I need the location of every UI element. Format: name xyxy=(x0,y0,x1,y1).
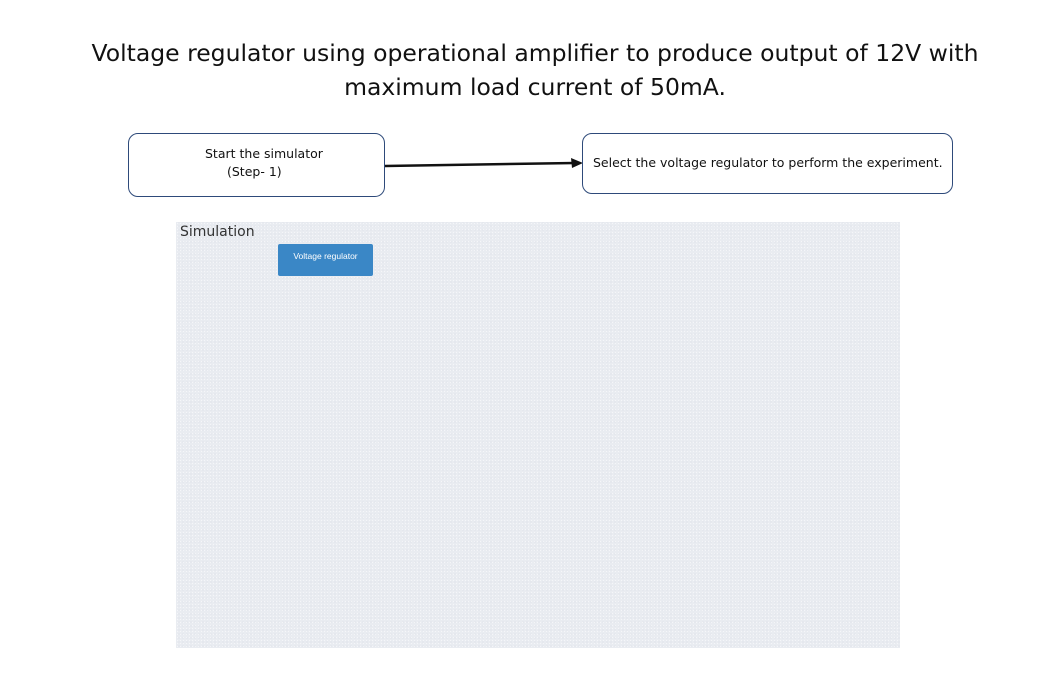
step-box: Start the simulator (Step- 1) xyxy=(128,133,385,197)
instruction-box: Select the voltage regulator to perform … xyxy=(582,133,953,194)
arrow-right-icon xyxy=(385,158,583,168)
step-box-title: Start the simulator xyxy=(205,146,323,161)
page-title: Voltage regulator using operational ampl… xyxy=(91,39,979,101)
simulation-label: Simulation xyxy=(180,224,255,240)
step-box-step-number: (Step- 1) xyxy=(227,164,282,179)
instruction-text: Select the voltage regulator to perform … xyxy=(593,155,943,170)
voltage-regulator-button[interactable]: Voltage regulator xyxy=(278,244,373,276)
simulation-panel: Simulation Voltage regulator xyxy=(176,222,900,648)
